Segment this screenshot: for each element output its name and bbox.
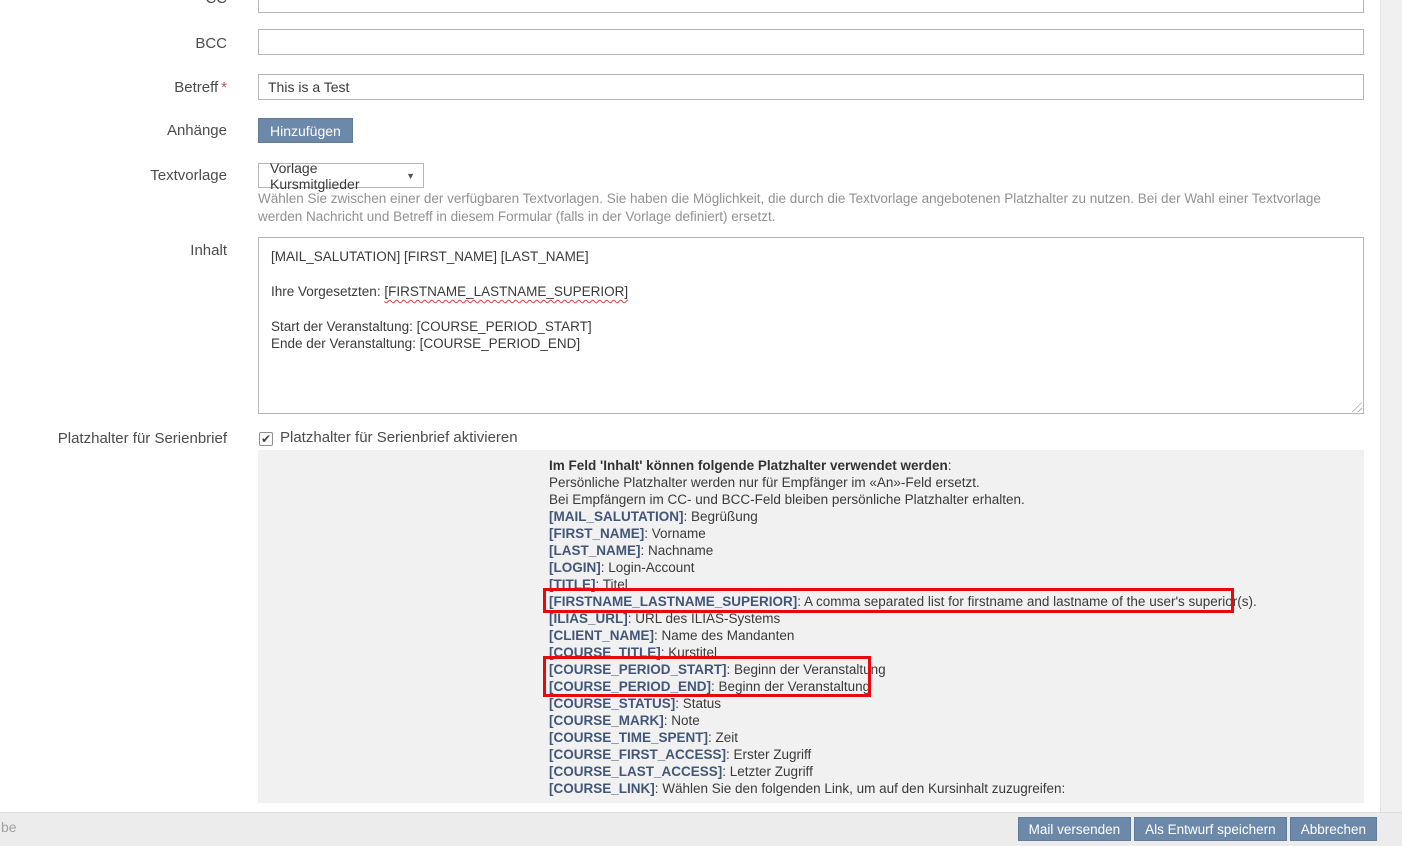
placeholder-item: [TITLE]: Titel bbox=[549, 576, 1257, 593]
footer-partial-text: be bbox=[1, 819, 17, 835]
placeholder-key: [COURSE_FIRST_ACCESS] bbox=[549, 747, 726, 762]
placeholder-intro-bold: Im Feld 'Inhalt' können folgende Platzha… bbox=[549, 458, 948, 473]
placeholder-key: [LOGIN] bbox=[549, 560, 601, 575]
subject-label: Betreff* bbox=[0, 79, 227, 96]
placeholder-key: [COURSE_TIME_SPENT] bbox=[549, 730, 708, 745]
template-selected-value: Vorlage Kursmitglieder bbox=[270, 160, 398, 192]
placeholder-intro-colon: : bbox=[948, 458, 952, 473]
placeholder-item: [LAST_NAME]: Nachname bbox=[549, 542, 1257, 559]
content-line: Start der Veranstaltung: [COURSE_PERIOD_… bbox=[271, 318, 1351, 335]
subject-input[interactable]: This is a Test bbox=[258, 74, 1364, 100]
placeholder-list: Im Feld 'Inhalt' können folgende Platzha… bbox=[549, 457, 1257, 797]
placeholder-key: [COURSE_PERIOD_END] bbox=[549, 679, 711, 694]
content-text: [MAIL_SALUTATION] [FIRST_NAME] [LAST_NAM… bbox=[271, 248, 1351, 352]
placeholder-item: [LOGIN]: Login-Account bbox=[549, 559, 1257, 576]
send-mail-button[interactable]: Mail versenden bbox=[1018, 817, 1132, 841]
placeholder-key: [COURSE_LAST_ACCESS] bbox=[549, 764, 722, 779]
cc-input[interactable] bbox=[258, 0, 1364, 13]
content-line bbox=[271, 300, 1351, 317]
content-line: Ihre Vorgesetzten: [FIRSTNAME_LASTNAME_S… bbox=[271, 283, 1351, 300]
placeholder-key: [MAIL_SALUTATION] bbox=[549, 509, 683, 524]
add-attachment-button[interactable]: Hinzufügen bbox=[258, 118, 353, 143]
bcc-label: BCC bbox=[0, 35, 227, 52]
placeholder-key: [FIRSTNAME_LASTNAME_SUPERIOR] bbox=[549, 594, 797, 609]
resize-handle-icon[interactable] bbox=[1349, 399, 1362, 412]
serial-letter-checkbox[interactable]: ✔ bbox=[259, 432, 273, 446]
placeholder-key: [LAST_NAME] bbox=[549, 543, 641, 558]
template-label: Textvorlage bbox=[0, 167, 227, 184]
mail-compose-form: CC BCC Betreff* This is a Test Anhänge H… bbox=[0, 0, 1402, 846]
placeholder-item: [COURSE_LINK]: Wählen Sie den folgenden … bbox=[549, 780, 1257, 797]
placeholder-item: [COURSE_FIRST_ACCESS]: Erster Zugriff bbox=[549, 746, 1257, 763]
content-label: Inhalt bbox=[0, 242, 227, 259]
placeholder-key: [CLIENT_NAME] bbox=[549, 628, 654, 643]
placeholder-item: [COURSE_PERIOD_START]: Beginn der Verans… bbox=[549, 661, 1257, 678]
footer-buttons: Mail versendenAls Entwurf speichernAbbre… bbox=[1018, 817, 1377, 841]
content-line bbox=[271, 265, 1351, 282]
placeholder-item: [COURSE_LAST_ACCESS]: Letzter Zugriff bbox=[549, 763, 1257, 780]
footer-toolbar: be Mail versendenAls Entwurf speichernAb… bbox=[0, 812, 1402, 846]
placeholder-items: [MAIL_SALUTATION]: Begrüßung[FIRST_NAME]… bbox=[549, 508, 1257, 797]
placeholder-item: [CLIENT_NAME]: Name des Mandanten bbox=[549, 627, 1257, 644]
cancel-button[interactable]: Abbrechen bbox=[1290, 817, 1377, 841]
placeholder-item: [MAIL_SALUTATION]: Begrüßung bbox=[549, 508, 1257, 525]
attachments-label: Anhänge bbox=[0, 122, 227, 139]
save-draft-button[interactable]: Als Entwurf speichern bbox=[1134, 817, 1287, 841]
placeholder-key: [COURSE_TITLE] bbox=[549, 645, 661, 660]
placeholder-item: [FIRST_NAME]: Vorname bbox=[549, 525, 1257, 542]
placeholder-item: [COURSE_STATUS]: Status bbox=[549, 695, 1257, 712]
placeholder-item: [COURSE_TIME_SPENT]: Zeit bbox=[549, 729, 1257, 746]
content-textarea[interactable]: [MAIL_SALUTATION] [FIRST_NAME] [LAST_NAM… bbox=[258, 237, 1364, 414]
placeholder-legend-box: Im Feld 'Inhalt' können folgende Platzha… bbox=[258, 450, 1364, 803]
serial-letter-checkbox-label: Platzhalter für Serienbrief aktivieren bbox=[280, 429, 518, 446]
placeholder-key: [COURSE_STATUS] bbox=[549, 696, 675, 711]
placeholder-note-2: Bei Empfängern im CC- und BCC-Feld bleib… bbox=[549, 491, 1257, 508]
bcc-input[interactable] bbox=[258, 29, 1364, 55]
placeholder-key: [FIRST_NAME] bbox=[549, 526, 644, 541]
placeholder-item: [COURSE_PERIOD_END]: Beginn der Veransta… bbox=[549, 678, 1257, 695]
placeholder-key: [COURSE_MARK] bbox=[549, 713, 664, 728]
required-asterisk: * bbox=[221, 79, 227, 96]
placeholder-key: [TITLE] bbox=[549, 577, 596, 592]
content-line: [MAIL_SALUTATION] [FIRST_NAME] [LAST_NAM… bbox=[271, 248, 1351, 265]
placeholder-key: [ILIAS_URL] bbox=[549, 611, 628, 626]
serial-letter-label: Platzhalter für Serienbrief bbox=[0, 430, 227, 447]
scrollbar-track[interactable] bbox=[1380, 0, 1402, 812]
placeholder-key: [COURSE_LINK] bbox=[549, 781, 655, 796]
content-line: Ende der Veranstaltung: [COURSE_PERIOD_E… bbox=[271, 335, 1351, 352]
placeholder-item: [FIRSTNAME_LASTNAME_SUPERIOR]: A comma s… bbox=[549, 593, 1257, 610]
template-select[interactable]: Vorlage Kursmitglieder ▼ bbox=[258, 163, 424, 188]
placeholder-key: [COURSE_PERIOD_START] bbox=[549, 662, 727, 677]
placeholder-item: [COURSE_MARK]: Note bbox=[549, 712, 1257, 729]
template-help-text: Wählen Sie zwischen einer der verfügbare… bbox=[258, 190, 1344, 225]
placeholder-item: [COURSE_TITLE]: Kurstitel bbox=[549, 644, 1257, 661]
placeholder-intro: Im Feld 'Inhalt' können folgende Platzha… bbox=[549, 457, 1257, 474]
chevron-down-icon: ▼ bbox=[406, 171, 415, 181]
subject-label-text: Betreff bbox=[174, 79, 218, 96]
cc-label: CC bbox=[0, 0, 227, 7]
placeholder-note-1: Persönliche Platzhalter werden nur für E… bbox=[549, 474, 1257, 491]
misspelled-placeholder: [FIRSTNAME_LASTNAME_SUPERIOR] bbox=[384, 284, 628, 299]
placeholder-item: [ILIAS_URL]: URL des ILIAS-Systems bbox=[549, 610, 1257, 627]
